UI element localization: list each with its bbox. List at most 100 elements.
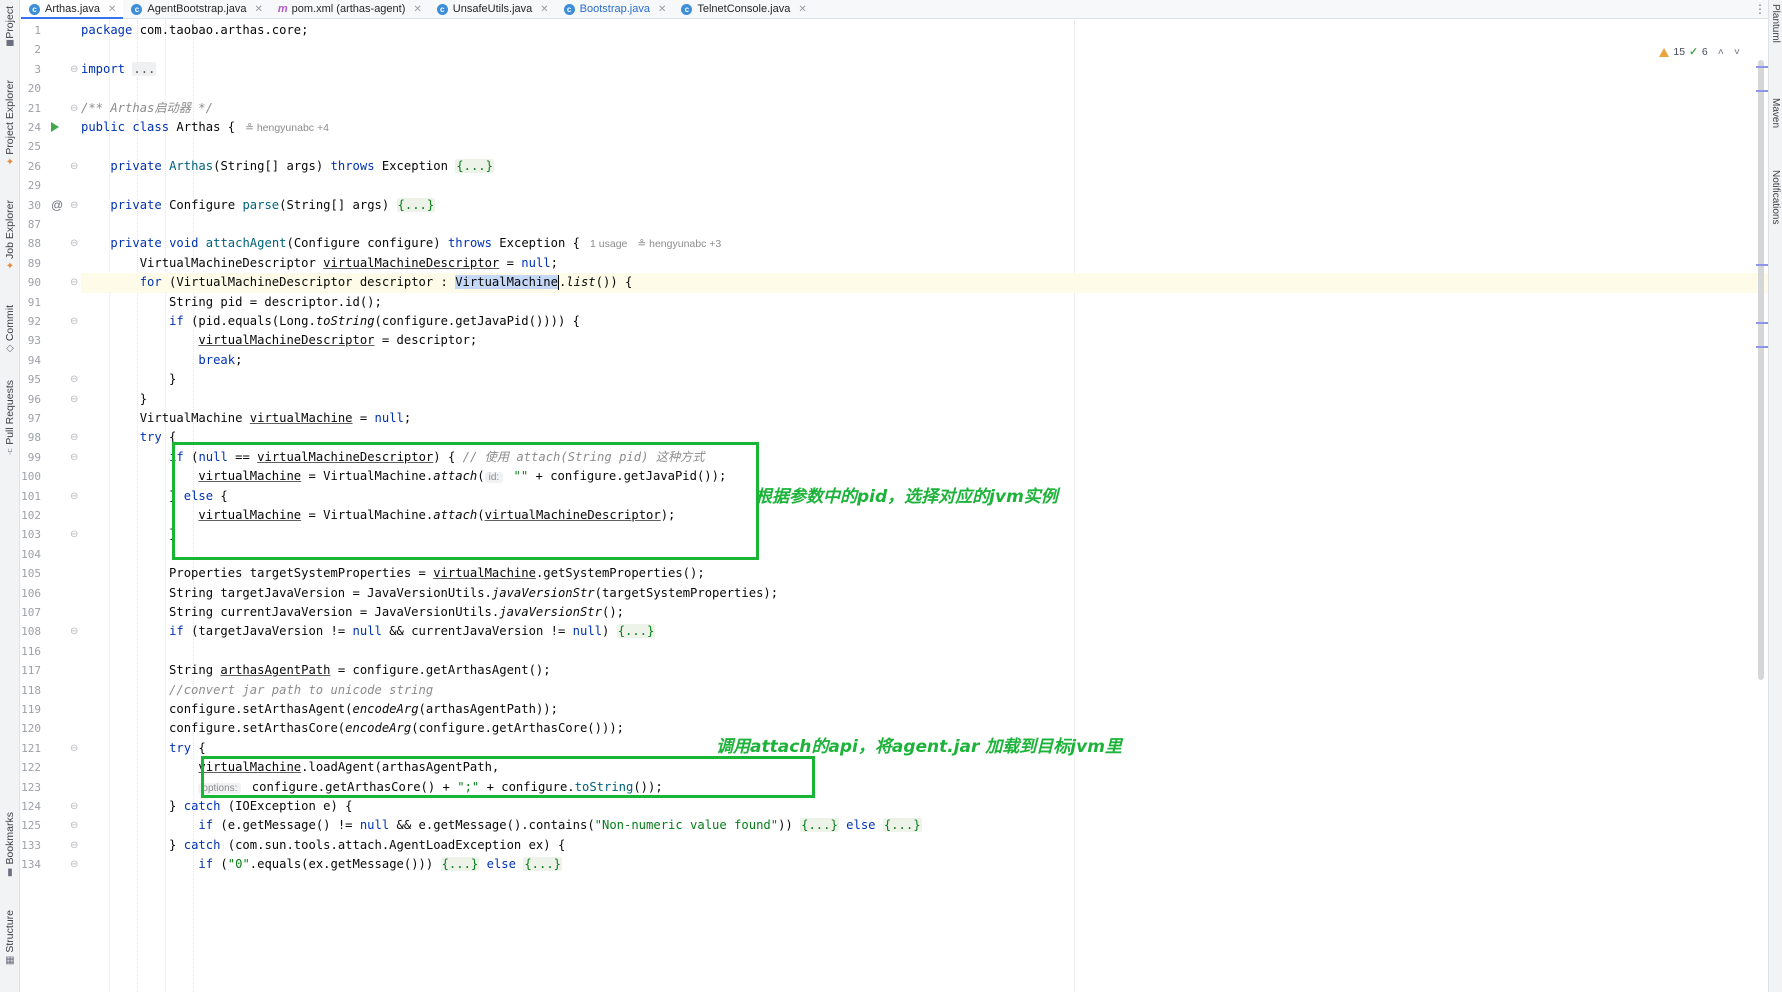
code-line[interactable]: if (e.getMessage() != null && e.getMessa… — [81, 816, 1768, 835]
code-line[interactable] — [81, 176, 1768, 195]
code-line[interactable]: private Configure parse(String[] args) {… — [81, 196, 1768, 215]
line-number[interactable]: 125 — [21, 816, 41, 835]
line-number[interactable]: 94 — [21, 351, 41, 370]
fold-icon[interactable]: ⊖ — [70, 816, 78, 835]
fold-icon[interactable]: ⊖ — [70, 157, 78, 176]
line-number[interactable]: 92 — [21, 312, 41, 331]
chevron-up-icon[interactable]: ˄ — [1718, 46, 1724, 58]
folded-code-block[interactable]: {...} — [616, 624, 656, 639]
inspection-widget[interactable]: 15 ✓ 6 ˄ ˅ — [1659, 46, 1740, 58]
line-number[interactable]: 98 — [21, 428, 41, 447]
close-icon[interactable]: ✕ — [658, 4, 666, 15]
fold-icon[interactable]: ⊖ — [70, 739, 78, 758]
line-number[interactable]: 24 — [21, 118, 41, 137]
code-line[interactable]: for (VirtualMachineDescriptor descriptor… — [81, 273, 1768, 293]
fold-icon[interactable]: ⊖ — [70, 60, 78, 79]
line-number[interactable]: 121 — [21, 739, 41, 758]
code-line[interactable]: VirtualMachineDescriptor virtualMachineD… — [81, 254, 1768, 273]
code-line[interactable] — [81, 40, 1768, 59]
close-icon[interactable]: ✕ — [413, 4, 421, 15]
folded-code-block[interactable]: ... — [132, 61, 157, 76]
line-number[interactable]: 100 — [21, 467, 41, 486]
fold-icon[interactable]: ⊖ — [70, 836, 78, 855]
line-number[interactable]: 30 — [21, 196, 41, 215]
fold-icon[interactable]: ⊖ — [70, 234, 78, 253]
code-line[interactable]: if (pid.equals(Long.toString(configure.g… — [81, 312, 1768, 331]
line-number[interactable]: 96 — [21, 390, 41, 409]
code-line[interactable]: /** Arthas启动器 */ — [81, 99, 1768, 118]
code-line[interactable]: } — [81, 370, 1768, 389]
code-line[interactable]: String arthasAgentPath = configure.getAr… — [81, 661, 1768, 680]
fold-icon[interactable]: ⊖ — [70, 428, 78, 447]
line-number[interactable]: 120 — [21, 719, 41, 738]
run-icon[interactable] — [51, 122, 59, 132]
fold-icon[interactable]: ⊖ — [70, 196, 78, 215]
fold-icon[interactable]: ⊖ — [70, 797, 78, 816]
fold-icon[interactable]: ⊖ — [70, 525, 78, 544]
code-line[interactable] — [81, 215, 1768, 234]
line-number[interactable]: 117 — [21, 661, 41, 680]
line-number[interactable]: 1 — [21, 21, 41, 40]
line-number[interactable]: 89 — [21, 254, 41, 273]
folded-code-block[interactable]: {...} — [882, 818, 922, 833]
tool-window-pull-requests[interactable]: Pull Requests ⑂ — [2, 380, 18, 458]
tool-window-project[interactable]: Project ▀ — [2, 6, 18, 52]
code-line[interactable]: String pid = descriptor.id(); — [81, 293, 1768, 312]
line-number[interactable]: 116 — [21, 642, 41, 661]
line-number[interactable]: 97 — [21, 409, 41, 428]
folded-code-block[interactable]: {...} — [800, 818, 839, 833]
line-number[interactable]: 90 — [21, 273, 41, 292]
fold-icon[interactable]: ⊖ — [70, 855, 78, 874]
tool-window-job-explorer[interactable]: Job Explorer ✦ — [2, 200, 18, 272]
code-line[interactable] — [81, 79, 1768, 98]
close-icon[interactable]: ✕ — [540, 4, 548, 15]
code-line[interactable]: //convert jar path to unicode string — [81, 681, 1768, 700]
close-icon[interactable]: ✕ — [255, 4, 263, 15]
folded-code-block[interactable]: {...} — [440, 857, 480, 872]
tool-window-maven[interactable]: Maven — [1770, 98, 1781, 128]
line-number[interactable]: 91 — [21, 293, 41, 312]
tool-window-plantuml[interactable]: Plantuml — [1770, 4, 1781, 43]
tool-window-project-explorer[interactable]: Project Explorer ✦ — [2, 80, 18, 168]
line-number[interactable]: 122 — [21, 758, 41, 777]
code-line[interactable]: package com.taobao.arthas.core; — [81, 21, 1768, 40]
code-line[interactable]: virtualMachineDescriptor = descriptor; — [81, 331, 1768, 350]
fold-icon[interactable]: ⊖ — [70, 99, 78, 118]
line-number[interactable]: 123 — [21, 778, 41, 797]
line-number[interactable]: 104 — [21, 545, 41, 564]
code-line[interactable]: configure.setArthasAgent(encodeArg(artha… — [81, 700, 1768, 719]
code-line[interactable]: import ... — [81, 60, 1768, 79]
tool-window-notifications[interactable]: Notifications — [1770, 170, 1781, 224]
tab-unsafeutils-java[interactable]: c UnsafeUtils.java ✕ — [429, 0, 556, 18]
implements-icon[interactable]: @ — [51, 196, 63, 215]
scrollbar-thumb[interactable] — [1758, 60, 1764, 680]
close-icon[interactable]: ✕ — [108, 4, 116, 15]
chevron-down-icon[interactable]: ˅ — [1734, 46, 1740, 58]
line-number[interactable]: 118 — [21, 681, 41, 700]
line-number[interactable]: 99 — [21, 448, 41, 467]
line-number[interactable]: 95 — [21, 370, 41, 389]
folded-code-block[interactable]: {...} — [523, 857, 562, 872]
code-line[interactable] — [81, 137, 1768, 156]
error-stripe-mark[interactable] — [1756, 90, 1768, 92]
code-line[interactable]: public class Arthas {≗ hengyunabc +4 — [81, 118, 1768, 137]
line-number[interactable]: 133 — [21, 836, 41, 855]
line-number[interactable]: 134 — [21, 855, 41, 874]
tab-pom-xml[interactable]: m pom.xml (arthas-agent) ✕ — [270, 0, 429, 18]
line-number[interactable]: 88 — [21, 234, 41, 253]
vertical-scrollbar[interactable] — [1756, 20, 1768, 992]
tab-arthas-java[interactable]: c Arthas.java ✕ — [21, 0, 124, 19]
fold-icon[interactable]: ⊖ — [70, 273, 78, 292]
fold-icon[interactable]: ⊖ — [70, 448, 78, 467]
line-number[interactable]: 29 — [21, 176, 41, 195]
tab-bootstrap-java[interactable]: c Bootstrap.java ✕ — [556, 0, 674, 18]
code-line[interactable]: if ("0".equals(ex.getMessage())) {...} e… — [81, 855, 1768, 874]
code-line[interactable]: } catch (IOException e) { — [81, 797, 1768, 816]
code-line[interactable]: } catch (com.sun.tools.attach.AgentLoadE… — [81, 836, 1768, 855]
inlay-hint[interactable]: 1 usage — [590, 238, 627, 250]
fold-icon[interactable]: ⊖ — [70, 622, 78, 641]
error-stripe-mark[interactable] — [1756, 66, 1768, 68]
code-line[interactable] — [81, 642, 1768, 661]
line-number[interactable]: 102 — [21, 506, 41, 525]
line-number[interactable]: 105 — [21, 564, 41, 583]
